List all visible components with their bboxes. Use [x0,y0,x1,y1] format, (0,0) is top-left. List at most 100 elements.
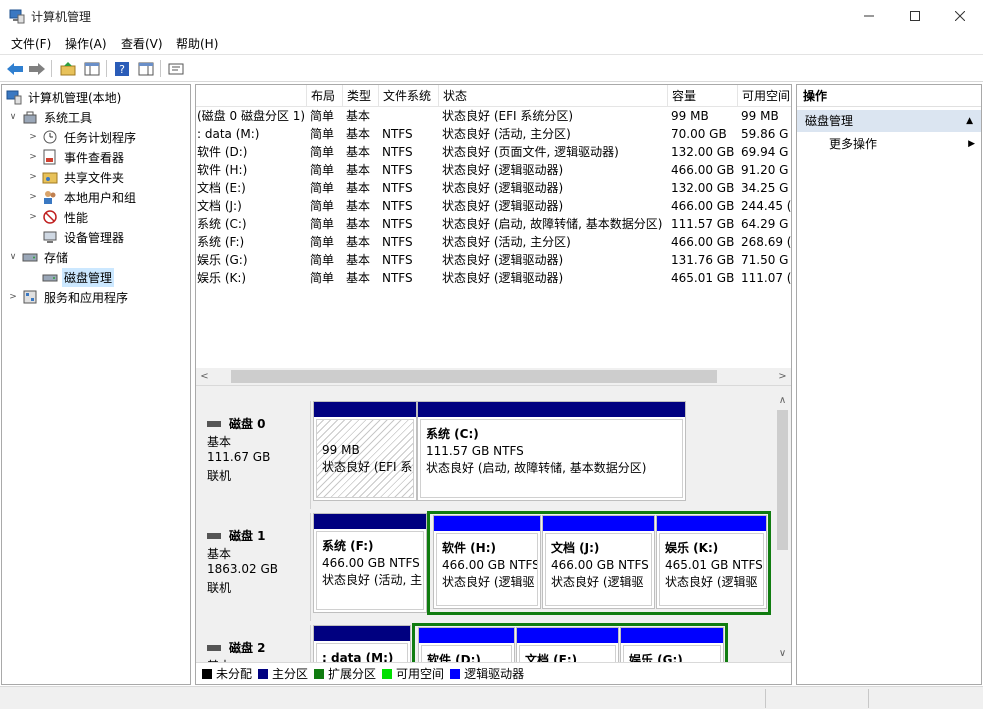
status-separator [868,689,869,708]
cell-type: 基本 [346,127,371,141]
menu-action[interactable]: 操作(A) [65,35,107,52]
tree-item-event-viewer[interactable]: > 事件查看器 [28,147,126,167]
tree-item-shared-folders[interactable]: > 共享文件夹 [28,167,126,187]
tree-item-disk-management[interactable]: 磁盘管理 [42,267,115,287]
disk-info[interactable]: 磁盘 2 基本 [197,625,311,662]
chevron-down-icon[interactable]: ∨ [8,252,18,262]
cell-free-space: 111.07 ( [741,271,791,285]
scroll-down-icon[interactable]: ∨ [774,645,791,662]
disk-info[interactable]: 磁盘 1 基本 1863.02 GB 联机 [197,513,311,621]
partition-efi[interactable]: 99 MB 状态良好 (EFI 系统 [313,401,417,501]
tree-item-performance[interactable]: > 性能 [28,207,90,227]
cell-free-space: 59.86 G [741,127,789,141]
table-row[interactable]: 软件 (D:) 简单 基本 NTFS 状态良好 (页面文件, 逻辑驱动器) 132.00 … [196,143,791,161]
cell-layout: 简单 [310,109,335,123]
chevron-right-icon[interactable]: > [28,152,38,162]
toolbar: ? [0,54,983,82]
maximize-button[interactable] [892,0,938,32]
table-row[interactable]: 文档 (J:) 简单 基本 NTFS 状态良好 (逻辑驱动器) 466.00 GB 244.… [196,197,791,215]
partition-software-h[interactable]: 软件 (H:) 466.00 GB NTFS 状态良好 (逻辑驱 [433,515,541,609]
cell-status: 状态良好 (逻辑驱动器) [442,253,564,267]
cell-free-space: 69.94 G [741,145,789,159]
column-header-status[interactable]: 状态 [438,85,667,107]
toolbar-separator [106,60,107,77]
tree-item-device-manager[interactable]: 设备管理器 [42,227,126,247]
tree-item-task-scheduler[interactable]: > 任务计划程序 [28,127,138,147]
scrollbar-thumb[interactable] [777,410,788,550]
partition-software-d[interactable]: 软件 (D:) [418,627,515,662]
collapse-up-icon[interactable]: ▲ [966,110,973,132]
partition-system-c[interactable]: 系统 (C:) 111.57 GB NTFS 状态良好 (启动, 故障转储, 基… [417,401,686,501]
cell-layout: 简单 [310,181,335,195]
properties-button[interactable] [166,59,186,79]
disk-0-row: 磁盘 0 基本 111.67 GB 联机 99 MB 状态良好 (EFI 系统 … [196,400,774,512]
chevron-right-icon[interactable]: > [8,292,18,302]
disk-graphical-view: 磁盘 0 基本 111.67 GB 联机 99 MB 状态良好 (EFI 系统 … [196,392,774,662]
partition-entertainment-g[interactable]: 娱乐 (G:) [620,627,724,662]
cell-status: 状态良好 (活动, 主分区) [442,127,571,141]
actions-section-disk-management[interactable]: 磁盘管理 ▲ [797,110,981,132]
tree-item-services-apps[interactable]: > 服务和应用程序 [8,287,130,307]
shared-folder-icon [42,172,58,184]
pane-splitter[interactable] [196,385,791,392]
scrollbar-thumb[interactable] [231,370,717,383]
menu-help[interactable]: 帮助(H) [176,35,218,52]
partition-system-f[interactable]: 系统 (F:) 466.00 GB NTFS 状态良好 (活动, 主 [313,513,427,613]
column-header-free-space[interactable]: 可用空间 [737,85,791,107]
disk-state: 联机 [207,581,232,595]
cell-capacity: 466.00 GB [671,235,735,249]
table-row[interactable]: 娱乐 (G:) 简单 基本 NTFS 状态良好 (逻辑驱动器) 131.76 GB 71.5… [196,251,791,269]
column-header-volume[interactable] [196,85,306,107]
folder-up-icon [60,62,76,76]
minimize-button[interactable] [846,0,892,32]
chevron-right-icon[interactable]: > [28,192,38,202]
show-hide-action-pane-button[interactable] [136,59,156,79]
tree-item-storage[interactable]: ∨ 存储 [8,247,70,267]
menu-file[interactable]: 文件(F) [11,35,51,52]
tree-item-system-tools[interactable]: ∨ 系统工具 [8,107,94,127]
horizontal-scrollbar[interactable]: < > [196,368,791,385]
tree-item-root[interactable]: 计算机管理(本地) [6,87,123,107]
table-row[interactable]: : data (M:) 简单 基本 NTFS 状态良好 (活动, 主分区) 70.00 G… [196,125,791,143]
help-button[interactable]: ? [112,59,132,79]
chevron-right-icon[interactable]: > [28,212,38,222]
partition-data-m[interactable]: : data (M:) [313,625,411,662]
chevron-right-icon[interactable]: > [28,132,38,142]
column-header-filesystem[interactable]: 文件系统 [378,85,438,107]
table-row[interactable]: 软件 (H:) 简单 基本 NTFS 状态良好 (逻辑驱动器) 466.00 GB 91.2… [196,161,791,179]
partition-color-bar [419,628,514,643]
cell-volume: 文档 (E:) [197,181,246,195]
table-row[interactable]: (磁盘 0 磁盘分区 1) 简单 基本 状态良好 (EFI 系统分区) 99 MB 99 … [196,107,791,125]
up-folder-button[interactable] [58,59,78,79]
table-row[interactable]: 娱乐 (K:) 简单 基本 NTFS 状态良好 (逻辑驱动器) 465.01 GB 111.… [196,269,791,287]
scroll-up-icon[interactable]: ∧ [774,392,791,409]
legend-item: 逻辑驱动器 [450,665,524,682]
close-button[interactable] [937,0,983,32]
scroll-right-icon[interactable]: > [774,368,791,385]
column-header-capacity[interactable]: 容量 [667,85,737,107]
table-row[interactable]: 系统 (F:) 简单 基本 NTFS 状态良好 (活动, 主分区) 466.00 GB 26… [196,233,791,251]
column-header-type[interactable]: 类型 [342,85,378,107]
table-row[interactable]: 系统 (C:) 简单 基本 NTFS 状态良好 (启动, 故障转储, 基本数据分区) 11… [196,215,791,233]
cell-layout: 简单 [310,145,335,159]
back-button[interactable] [5,59,25,79]
partition-entertainment-k[interactable]: 娱乐 (K:) 465.01 GB NTFS 状态良好 (逻辑驱 [656,515,767,609]
scroll-left-icon[interactable]: < [196,368,213,385]
show-hide-tree-button[interactable] [82,59,102,79]
partition-size: 99 MB [322,443,360,457]
forward-button[interactable] [27,59,47,79]
column-header-layout[interactable]: 布局 [306,85,342,107]
tree-item-local-users[interactable]: > 本地用户和组 [28,187,138,207]
more-actions-item[interactable]: 更多操作 ▶ [797,133,981,155]
partition-title: 娱乐 (G:) [629,653,683,662]
chevron-right-icon[interactable]: > [28,172,38,182]
vertical-scrollbar[interactable]: ∧ ∨ [774,392,791,662]
chevron-down-icon[interactable]: ∨ [8,112,18,122]
partition-documents-e[interactable]: 文档 (E:) [516,627,619,662]
partition-body: : data (M:) [316,643,408,662]
table-row[interactable]: 文档 (E:) 简单 基本 NTFS 状态良好 (逻辑驱动器) 132.00 GB 34.2… [196,179,791,197]
menu-view[interactable]: 查看(V) [121,35,163,52]
partition-documents-j[interactable]: 文档 (J:) 466.00 GB NTFS 状态良好 (逻辑驱 [542,515,655,609]
disk-info[interactable]: 磁盘 0 基本 111.67 GB 联机 [197,401,311,509]
status-separator [765,689,766,708]
